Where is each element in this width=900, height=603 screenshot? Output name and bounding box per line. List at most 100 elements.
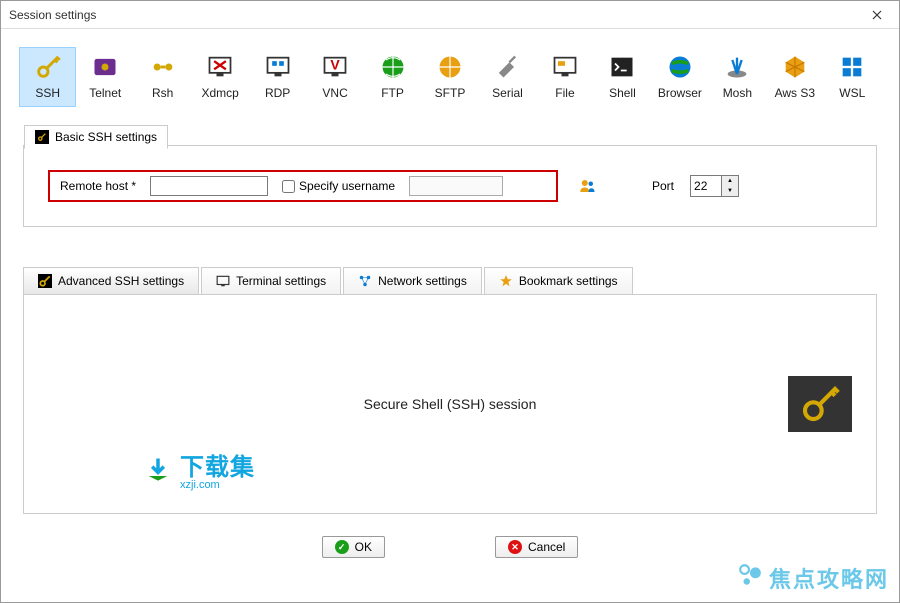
specify-username-checkbox[interactable]: Specify username bbox=[282, 179, 395, 193]
protocol-label: Mosh bbox=[723, 86, 752, 100]
protocol-label: Browser bbox=[658, 86, 702, 100]
protocol-serial[interactable]: Serial bbox=[479, 47, 536, 107]
close-button[interactable] bbox=[854, 1, 899, 29]
shell-icon bbox=[608, 54, 636, 80]
protocol-label: VNC bbox=[322, 86, 347, 100]
protocol-awss3[interactable]: Aws S3 bbox=[766, 47, 823, 107]
username-input[interactable] bbox=[409, 176, 503, 196]
key-icon bbox=[38, 274, 52, 288]
protocol-telnet[interactable]: Telnet bbox=[76, 47, 133, 107]
watermark-main: 下载集 xzji.com bbox=[144, 447, 255, 491]
checkbox-label: Specify username bbox=[299, 179, 395, 193]
xdmcp-icon bbox=[206, 54, 234, 80]
tab-network[interactable]: Network settings bbox=[343, 267, 482, 294]
ok-button[interactable]: ✓ OK bbox=[322, 536, 385, 558]
tab-label: Terminal settings bbox=[236, 274, 326, 288]
terminal-icon bbox=[216, 274, 230, 288]
dialog-buttons: ✓ OK ✕ Cancel bbox=[1, 536, 899, 558]
users-icon[interactable] bbox=[578, 177, 596, 195]
titlebar: Session settings bbox=[1, 1, 899, 29]
protocol-ftp[interactable]: FTP bbox=[364, 47, 421, 107]
port-field: ▲ ▼ bbox=[690, 175, 739, 197]
rsh-icon bbox=[149, 54, 177, 80]
protocol-label: Aws S3 bbox=[775, 86, 815, 100]
tab-label: Advanced SSH settings bbox=[58, 274, 184, 288]
protocol-label: SSH bbox=[35, 86, 60, 100]
specify-username-input[interactable] bbox=[282, 180, 295, 193]
telnet-icon bbox=[91, 54, 119, 80]
protocol-vnc[interactable]: V VNC bbox=[306, 47, 363, 107]
port-input[interactable] bbox=[691, 176, 721, 196]
watermark-corner: 焦点攻略网 bbox=[737, 562, 889, 594]
cross-icon: ✕ bbox=[508, 540, 522, 554]
protocol-ssh[interactable]: SSH bbox=[19, 47, 76, 107]
protocol-shell[interactable]: Shell bbox=[594, 47, 651, 107]
protocol-label: FTP bbox=[381, 86, 404, 100]
aws-icon bbox=[781, 54, 809, 80]
button-label: Cancel bbox=[528, 540, 565, 554]
sftp-icon bbox=[436, 54, 464, 80]
button-label: OK bbox=[355, 540, 372, 554]
protocol-browser[interactable]: Browser bbox=[651, 47, 708, 107]
tab-label: Network settings bbox=[378, 274, 467, 288]
remote-host-input[interactable] bbox=[150, 176, 268, 196]
network-icon bbox=[358, 274, 372, 288]
protocol-file[interactable]: File bbox=[536, 47, 593, 107]
tab-label: Basic SSH settings bbox=[55, 130, 157, 144]
serial-icon bbox=[493, 54, 521, 80]
port-spinner: ▲ ▼ bbox=[721, 176, 738, 196]
remote-host-label: Remote host * bbox=[60, 179, 136, 193]
protocol-rsh[interactable]: Rsh bbox=[134, 47, 191, 107]
basic-ssh-tab[interactable]: Basic SSH settings bbox=[24, 125, 168, 149]
advanced-content-panel: Secure Shell (SSH) session 下载集 xzji.com bbox=[23, 294, 877, 514]
port-up-button[interactable]: ▲ bbox=[722, 176, 738, 186]
protocol-mosh[interactable]: Mosh bbox=[709, 47, 766, 107]
vnc-icon: V bbox=[321, 54, 349, 80]
port-label: Port bbox=[652, 179, 674, 193]
protocol-label: SFTP bbox=[435, 86, 466, 100]
protocol-label: Rsh bbox=[152, 86, 173, 100]
protocol-toolbar: SSH Telnet Rsh Xdmcp RDP V VNC FTP SFTP bbox=[1, 29, 899, 119]
wsl-icon bbox=[838, 54, 866, 80]
session-icon bbox=[788, 376, 852, 432]
key-icon bbox=[34, 54, 62, 80]
tab-bookmark[interactable]: Bookmark settings bbox=[484, 267, 633, 294]
rdp-icon bbox=[264, 54, 292, 80]
session-settings-window: Session settings SSH Telnet Rsh Xdmcp RD… bbox=[0, 0, 900, 603]
protocol-xdmcp[interactable]: Xdmcp bbox=[191, 47, 248, 107]
port-down-button[interactable]: ▼ bbox=[722, 186, 738, 196]
protocol-label: Xdmcp bbox=[201, 86, 238, 100]
protocol-sftp[interactable]: SFTP bbox=[421, 47, 478, 107]
protocol-label: RDP bbox=[265, 86, 290, 100]
protocol-label: WSL bbox=[839, 86, 865, 100]
file-icon bbox=[551, 54, 579, 80]
basic-settings-panel: Basic SSH settings Remote host * Specify… bbox=[23, 145, 877, 227]
download-icon bbox=[144, 455, 172, 483]
highlighted-area: Remote host * Specify username bbox=[48, 170, 558, 202]
protocol-label: Shell bbox=[609, 86, 636, 100]
protocol-label: File bbox=[555, 86, 574, 100]
basic-settings-row: Remote host * Specify username Port ▲ ▼ bbox=[48, 170, 852, 202]
close-icon bbox=[872, 10, 882, 20]
window-title: Session settings bbox=[9, 8, 96, 22]
browser-icon bbox=[666, 54, 694, 80]
cancel-button[interactable]: ✕ Cancel bbox=[495, 536, 578, 558]
check-icon: ✓ bbox=[335, 540, 349, 554]
watermark-text: 焦点攻略网 bbox=[769, 562, 889, 594]
svg-text:V: V bbox=[330, 56, 340, 72]
protocol-wsl[interactable]: WSL bbox=[824, 47, 881, 107]
star-icon bbox=[499, 274, 513, 288]
ftp-icon bbox=[379, 54, 407, 80]
protocol-label: Telnet bbox=[89, 86, 121, 100]
key-icon bbox=[35, 130, 49, 144]
protocol-rdp[interactable]: RDP bbox=[249, 47, 306, 107]
protocol-label: Serial bbox=[492, 86, 523, 100]
mosh-icon bbox=[723, 54, 751, 80]
tab-label: Bookmark settings bbox=[519, 274, 618, 288]
session-type-title: Secure Shell (SSH) session bbox=[364, 396, 537, 412]
advanced-tabs: Advanced SSH settings Terminal settings … bbox=[23, 267, 877, 294]
bubble-icon bbox=[737, 562, 763, 594]
tab-terminal[interactable]: Terminal settings bbox=[201, 267, 341, 294]
watermark-text: 下载集 bbox=[180, 454, 255, 481]
tab-advanced-ssh[interactable]: Advanced SSH settings bbox=[23, 267, 199, 294]
